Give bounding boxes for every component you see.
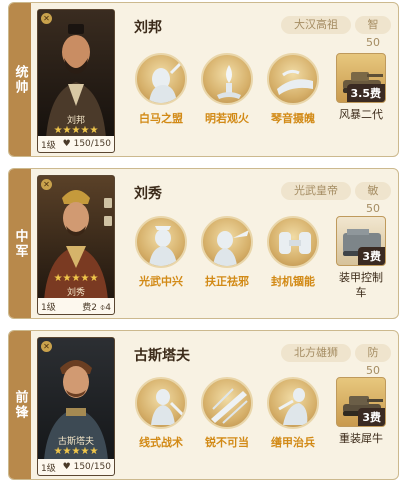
hero-name: 刘邦: [134, 20, 162, 36]
skill-label: 扶正祛邪: [205, 275, 249, 288]
equipment-icon: 3费: [336, 216, 386, 266]
skill-slot-3[interactable]: 琴音摄魄: [264, 53, 322, 126]
skill-label: 白马之盟: [139, 112, 183, 125]
skill-label: 锐不可当: [205, 436, 249, 449]
equipment-cost: 3费: [358, 247, 385, 265]
close-icon[interactable]: ✕: [41, 13, 52, 24]
position-label: 统帅: [12, 64, 28, 95]
star-rating: ★★★★★: [53, 446, 99, 457]
level-text: 1级: [41, 140, 56, 151]
equipment-slot[interactable]: 3费 装甲控制 车: [331, 216, 391, 300]
close-icon[interactable]: ✕: [41, 341, 52, 352]
skill-icon: [201, 377, 253, 429]
star-rating: ★★★★★: [53, 125, 99, 136]
equipment-icon: 3费: [336, 377, 386, 427]
skill-slot-3[interactable]: 封机锢能: [264, 216, 322, 289]
equipment-slot[interactable]: 3.5费 风暴二代: [331, 53, 391, 122]
skill-label: 琴音摄魄: [271, 112, 315, 125]
heart-icon: ♥: [62, 139, 71, 149]
equipment-name: 风暴二代: [339, 108, 383, 121]
equipment-cost: 3.5费: [346, 84, 385, 102]
title-tag: 光武皇帝: [281, 182, 351, 200]
skill-slot-2[interactable]: 锐不可当: [198, 377, 256, 450]
equipment-slot[interactable]: 3费 重装犀牛: [331, 377, 391, 446]
skill-icon: [267, 377, 319, 429]
skill-icon: [201, 216, 253, 268]
hero-card-1[interactable]: 统帅 ✕ 刘邦 ★★★★★ 1级 ♥ 150/150 刘邦 大汉高祖 智50 白…: [8, 2, 399, 157]
skill-slot-1[interactable]: 线式战术: [132, 377, 190, 450]
level-text: 1级: [41, 302, 56, 313]
skill-label: 缮甲治兵: [271, 436, 315, 449]
skill-icon: [135, 216, 187, 268]
equipment-cost: 3费: [358, 408, 385, 426]
hero-name: 刘秀: [134, 186, 162, 202]
side-badge-icon: [104, 198, 112, 208]
stat-tag: 智50: [355, 16, 391, 49]
skill-slot-2[interactable]: 明若观火: [198, 53, 256, 126]
skill-slot-3[interactable]: 缮甲治兵: [264, 377, 322, 450]
skill-icon: [201, 53, 253, 105]
hero-card-2[interactable]: 中军 ✕ ★★★★★ 刘秀 1级 费2 ⌽4 刘秀 光武皇帝 敏50 光武中兴 …: [8, 168, 399, 319]
equipment-name: 重装犀牛: [339, 432, 383, 445]
hero-portrait[interactable]: ✕ 古斯塔夫 ★★★★★ 1级 ♥ 150/150: [37, 337, 115, 476]
skill-label: 明若观火: [205, 112, 249, 125]
equipment-name: 装甲控制 车: [331, 270, 391, 300]
skill-icon: [135, 377, 187, 429]
skill-slot-1[interactable]: 白马之盟: [132, 53, 190, 126]
level-bar: 1级 ♥ 150/150: [38, 136, 114, 152]
equipment-icon: 3.5费: [336, 53, 386, 103]
title-tag: 大汉高祖: [281, 16, 351, 34]
troops-text: 4: [105, 302, 111, 313]
equipment-name-line1: 装甲控制: [339, 271, 383, 284]
position-label-strip: 中军: [9, 169, 31, 318]
cost-text: 费2: [82, 302, 97, 313]
hero-card-3[interactable]: 前锋 ✕ 古斯塔夫 ★★★★★ 1级 ♥ 150/150 古斯塔夫 北方雄狮 防…: [8, 330, 399, 480]
skill-slot-2[interactable]: 扶正祛邪: [198, 216, 256, 289]
level-bar: 1级 ♥ 150/150: [38, 459, 114, 475]
hero-portrait[interactable]: ✕ ★★★★★ 刘秀 1级 费2 ⌽4: [37, 175, 115, 315]
title-tag: 北方雄狮: [281, 344, 351, 362]
position-label-strip: 前锋: [9, 331, 31, 479]
skill-label: 线式战术: [139, 436, 183, 449]
hero-portrait[interactable]: ✕ 刘邦 ★★★★★ 1级 ♥ 150/150: [37, 9, 115, 153]
position-label: 中军: [12, 228, 28, 259]
position-label: 前锋: [12, 390, 28, 420]
skill-label: 光武中兴: [139, 275, 183, 288]
heart-icon: ♥: [62, 462, 71, 472]
position-label-strip: 统帅: [9, 3, 31, 156]
star-rating: ★★★★★: [53, 273, 99, 284]
troops-text: 150/150: [73, 139, 111, 149]
skill-icon: [135, 53, 187, 105]
level-text: 1级: [41, 463, 56, 474]
close-icon[interactable]: ✕: [41, 179, 52, 190]
troops-text: 150/150: [73, 462, 111, 472]
skill-label: 封机锢能: [271, 275, 315, 288]
skill-icon: [267, 216, 319, 268]
skill-slot-1[interactable]: 光武中兴: [132, 216, 190, 289]
level-bar: 1级 费2 ⌽4: [38, 298, 114, 314]
side-badge-icon: [104, 216, 112, 226]
equipment-name-line2: 车: [355, 286, 367, 299]
portrait-name: 刘秀: [66, 288, 85, 298]
hero-name: 古斯塔夫: [134, 348, 190, 364]
stat-tag: 防50: [355, 344, 391, 377]
stat-tag: 敏50: [355, 182, 391, 215]
skill-icon: [267, 53, 319, 105]
